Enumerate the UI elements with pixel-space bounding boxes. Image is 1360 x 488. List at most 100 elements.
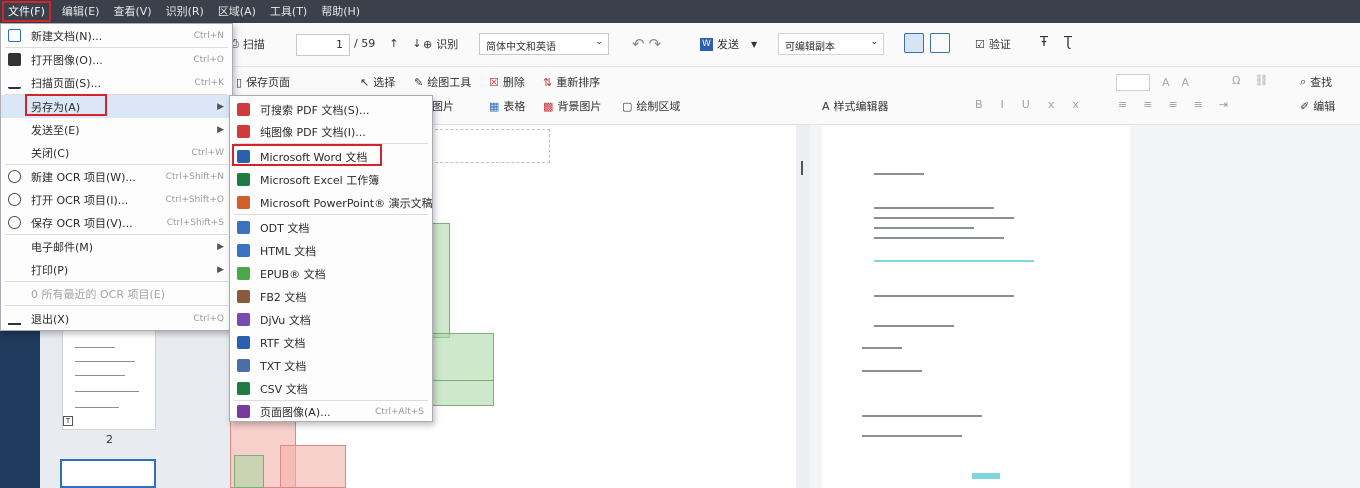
menu-area[interactable]: 区域(A): [211, 0, 263, 23]
layout-toggle-a[interactable]: [904, 33, 924, 53]
saveas-excel[interactable]: Microsoft Excel 工作簿: [230, 168, 432, 191]
bg-picture-button[interactable]: ▩ 背景图片: [543, 98, 601, 114]
saveas-fb2[interactable]: FB2 文档: [230, 285, 432, 308]
italic-icon[interactable]: I: [1001, 98, 1018, 111]
text-line: [862, 347, 902, 349]
align-right-icon[interactable]: ≡: [1168, 98, 1189, 111]
menu-item-email[interactable]: 电子邮件(M) ▶: [1, 235, 232, 258]
align-left-icon[interactable]: ≡: [1118, 98, 1139, 111]
redo-icon[interactable]: ↷: [649, 35, 662, 53]
menu-file[interactable]: 文件(F): [2, 1, 51, 22]
saveas-page-image[interactable]: 页面图像(A)... Ctrl+Alt+S: [230, 400, 432, 423]
saveas-odt[interactable]: ODT 文档: [230, 216, 432, 239]
epub-icon: [237, 267, 250, 280]
edit-button[interactable]: ✐ 编辑: [1300, 98, 1335, 114]
text-region[interactable]: [432, 380, 494, 406]
text-tool2-icon[interactable]: Ʈ: [1064, 35, 1072, 50]
send-button[interactable]: W 发送 ▼: [700, 36, 757, 52]
region-dashed[interactable]: [430, 129, 550, 163]
menu-view[interactable]: 查看(V): [106, 0, 158, 23]
picture-button[interactable]: 图片: [432, 98, 454, 114]
font-size-select[interactable]: A A: [1116, 74, 1189, 91]
undo-icon[interactable]: ↶: [632, 35, 645, 53]
arrow-up-icon[interactable]: ↑: [389, 37, 398, 50]
page-image-icon: [237, 405, 250, 418]
saveas-txt[interactable]: TXT 文档: [230, 354, 432, 377]
text-region[interactable]: [430, 223, 450, 338]
align-center-icon[interactable]: ≡: [1143, 98, 1164, 111]
pane-splitter[interactable]: [796, 125, 810, 488]
menu-item-print[interactable]: 打印(P) ▶: [1, 258, 232, 281]
link-icon[interactable]: ⛓: [1254, 74, 1268, 87]
picture-region[interactable]: [280, 445, 346, 488]
arrow-down-icon[interactable]: ↓: [412, 37, 421, 50]
saveas-image-pdf[interactable]: 纯图像 PDF 文档(I)...: [230, 120, 432, 143]
menu-separator: [5, 305, 228, 306]
menu-item-save-ocr-project[interactable]: 保存 OCR 项目(V)... Ctrl+Shift+S: [1, 211, 232, 234]
edit-icon: ✐: [1300, 99, 1310, 113]
menu-item-open-ocr-project[interactable]: 打开 OCR 项目(I)... Ctrl+Shift+O: [1, 188, 232, 211]
pdf-icon: [237, 125, 250, 138]
send-target-select[interactable]: 可编辑副本 ⌄: [778, 33, 884, 55]
dropdown-caret-icon: ▼: [751, 39, 758, 49]
bold-icon[interactable]: B: [975, 98, 997, 111]
menu-item-close[interactable]: 关闭(C) Ctrl+W: [1, 141, 232, 164]
page-number-input[interactable]: 1: [296, 34, 350, 56]
saveas-djvu[interactable]: DjVu 文档: [230, 308, 432, 331]
folder-icon: [8, 53, 21, 66]
page-thumbnail-2[interactable]: [62, 330, 156, 430]
thumb-line: [75, 407, 119, 408]
grow-font-icon[interactable]: A: [1162, 76, 1170, 89]
page-thumbnail-3[interactable]: [60, 459, 156, 488]
subscript-icon[interactable]: x: [1072, 98, 1093, 111]
menu-item-recent-projects[interactable]: 0 所有最近的 OCR 项目(E): [1, 282, 232, 305]
text-region[interactable]: [234, 455, 264, 488]
justify-icon[interactable]: ≡: [1194, 98, 1215, 111]
saveas-powerpoint[interactable]: Microsoft PowerPoint® 演示文稿: [230, 191, 433, 214]
text-region[interactable]: [432, 333, 494, 381]
saveas-rtf[interactable]: RTF 文档: [230, 331, 432, 354]
menu-item-new-ocr-project[interactable]: 新建 OCR 项目(W)... Ctrl+Shift+N: [1, 165, 232, 188]
text-tool-icon[interactable]: Ŧ: [1040, 35, 1048, 50]
page-type-icon: T: [63, 416, 73, 426]
draw-region-button[interactable]: ▢ 绘制区域: [622, 98, 680, 114]
select-tool[interactable]: ↖ 选择: [360, 74, 395, 90]
recognize-button[interactable]: ⊕ 识别: [423, 36, 458, 52]
submenu-arrow-icon: ▶: [217, 124, 224, 135]
language-select[interactable]: 简体中文和英语 ⌄: [479, 33, 609, 55]
menu-item-send-to[interactable]: 发送至(E) ▶: [1, 118, 232, 141]
table-button[interactable]: ▦ 表格: [489, 98, 525, 114]
save-page-button[interactable]: ▯ 保存页面: [236, 74, 290, 90]
menu-item-open-image[interactable]: 打开图像(O)... Ctrl+O: [1, 48, 232, 71]
menu-edit[interactable]: 编辑(E): [55, 0, 107, 23]
indent-icon[interactable]: ⇥: [1219, 98, 1240, 111]
underline-icon[interactable]: U: [1022, 98, 1044, 111]
menu-item-scan-pages[interactable]: 扫描页面(S)... Ctrl+K: [1, 71, 232, 94]
verify-button[interactable]: ☑ 验证: [975, 36, 1011, 52]
menu-help[interactable]: 帮助(H): [314, 0, 367, 23]
csv-icon: [237, 382, 250, 395]
superscript-icon[interactable]: x: [1048, 98, 1069, 111]
menu-item-new-doc[interactable]: 新建文档(N)... Ctrl+N: [1, 24, 232, 47]
magnifier-icon: ⊕: [423, 37, 433, 51]
find-button[interactable]: ⌕ 查找: [1300, 74, 1332, 90]
verify-icon: ☑: [975, 37, 985, 51]
draw-tools-button[interactable]: ✎ 绘图工具: [414, 74, 471, 90]
saveas-html[interactable]: HTML 文档: [230, 239, 432, 262]
shrink-font-icon[interactable]: A: [1182, 76, 1190, 89]
saveas-searchable-pdf[interactable]: 可搜索 PDF 文档(S)...: [230, 98, 432, 121]
saveas-csv[interactable]: CSV 文档: [230, 377, 432, 400]
menu-recognize[interactable]: 识别(R): [159, 0, 211, 23]
omega-icon[interactable]: Ω: [1232, 74, 1240, 87]
reorder-button[interactable]: ⇅ 重新排序: [543, 74, 600, 90]
saveas-epub[interactable]: EPUB® 文档: [230, 262, 432, 285]
menu-bar: 文件(F) 编辑(E) 查看(V) 识别(R) 区域(A) 工具(T) 帮助(H…: [0, 0, 1360, 23]
layout-toggle-b[interactable]: [930, 33, 950, 53]
style-editor-button[interactable]: A 样式编辑器: [822, 98, 889, 114]
scan-button[interactable]: ⎙ 扫描: [230, 36, 265, 52]
menu-separator: [234, 214, 428, 215]
page-number-label: 2: [106, 433, 113, 446]
delete-button[interactable]: ☒ 删除: [489, 74, 525, 90]
menu-item-exit[interactable]: 退出(X) Ctrl+Q: [1, 307, 232, 330]
menu-tools[interactable]: 工具(T): [263, 0, 314, 23]
